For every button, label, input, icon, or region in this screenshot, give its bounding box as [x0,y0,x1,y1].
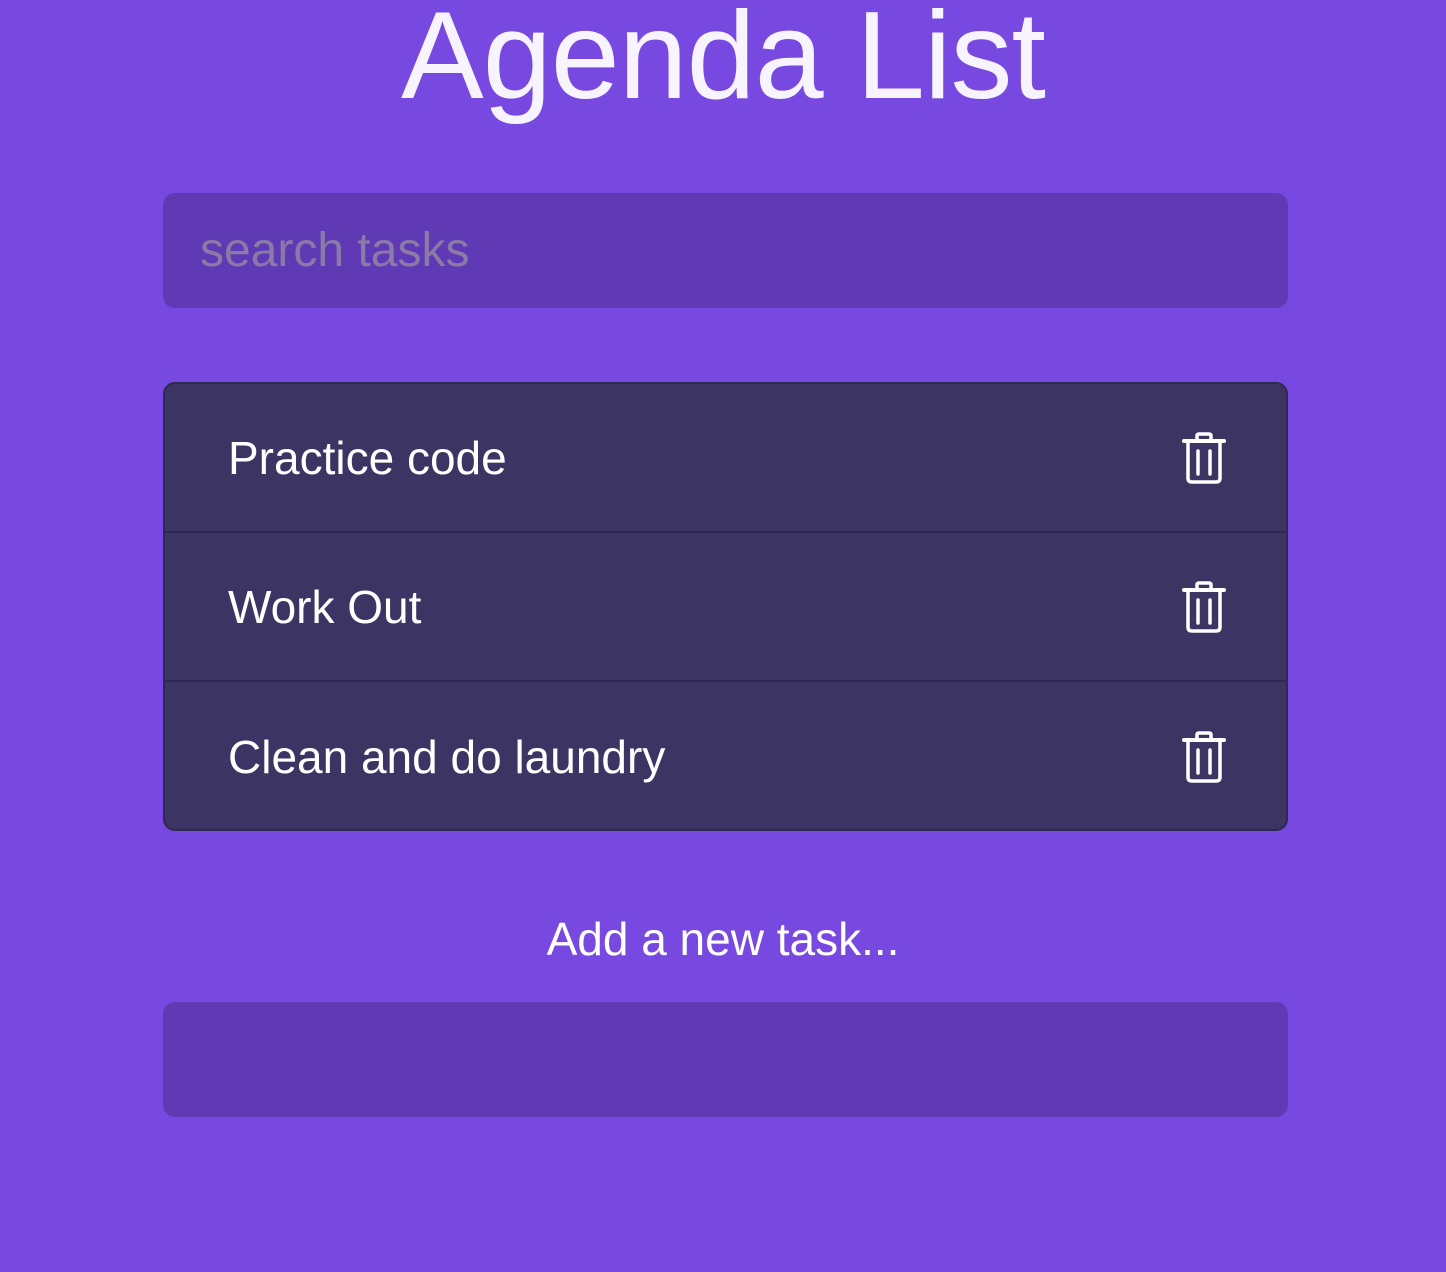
task-label: Clean and do laundry [228,730,666,783]
trash-icon[interactable] [1182,580,1226,633]
task-label: Practice code [228,431,507,484]
page-title: Agenda List [401,0,1046,125]
trash-icon[interactable] [1182,730,1226,783]
task-label: Work Out [228,580,422,633]
task-list: Practice code Work Out Clean and do laun… [163,382,1288,831]
list-item: Practice code [165,384,1286,533]
add-task-label: Add a new task... [546,913,900,965]
list-item: Clean and do laundry [165,682,1286,829]
search-form [163,193,1288,308]
trash-icon[interactable] [1182,431,1226,484]
list-item: Work Out [165,533,1286,682]
add-task-field-wrap [163,1002,1288,1117]
add-task-input[interactable] [163,1002,1288,1117]
search-input[interactable] [163,193,1288,308]
